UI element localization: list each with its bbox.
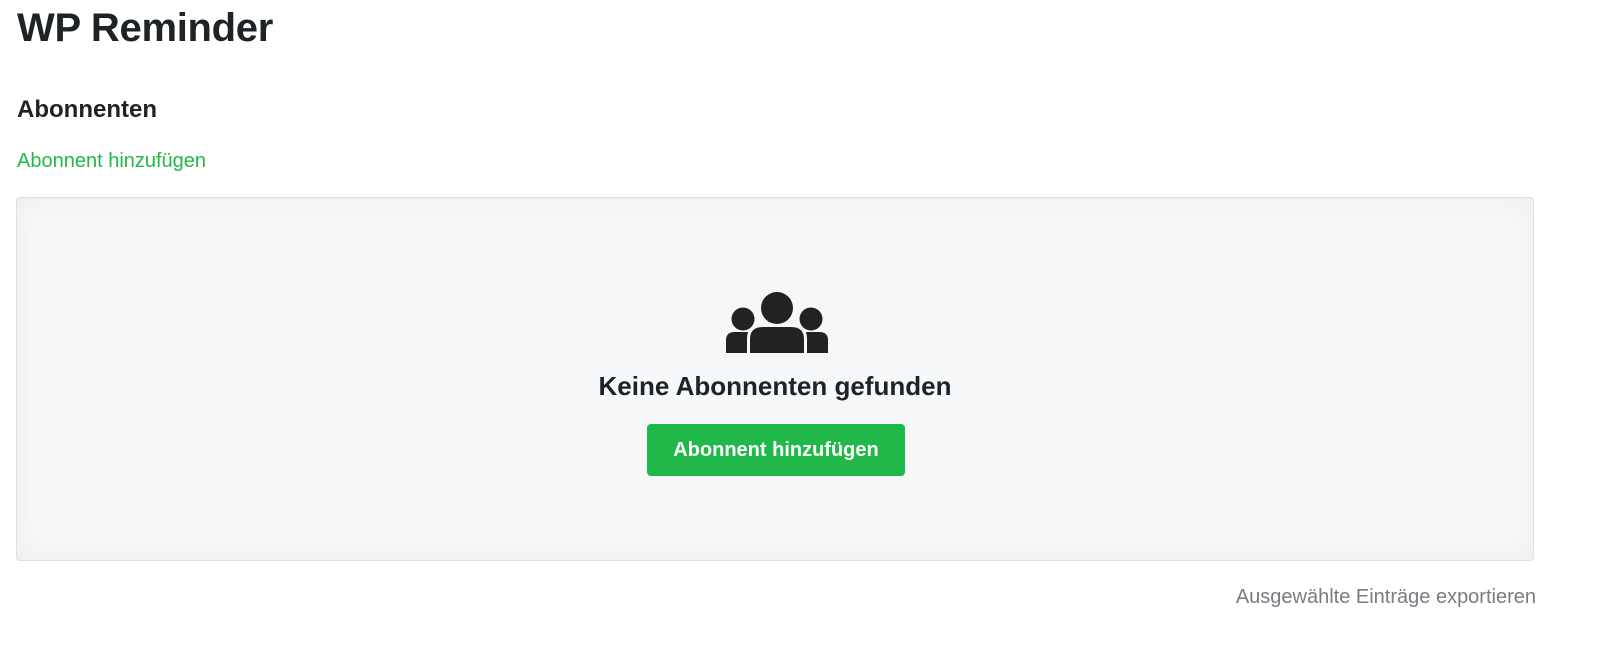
empty-state-message: Keine Abonnenten gefunden — [598, 371, 952, 401]
page: WP Reminder Abonnenten Abonnent hinzufüg… — [0, 0, 1616, 663]
add-subscriber-link[interactable]: Abonnent hinzufügen — [17, 150, 206, 173]
section-title: Abonnenten — [17, 96, 157, 123]
users-icon — [726, 291, 828, 355]
export-selected-link[interactable]: Ausgewählte Einträge exportieren — [1236, 586, 1536, 609]
add-subscriber-button[interactable]: Abonnent hinzufügen — [647, 424, 905, 476]
empty-state-panel: Keine Abonnenten gefunden Abonnent hinzu… — [16, 197, 1534, 561]
page-title: WP Reminder — [17, 6, 274, 50]
